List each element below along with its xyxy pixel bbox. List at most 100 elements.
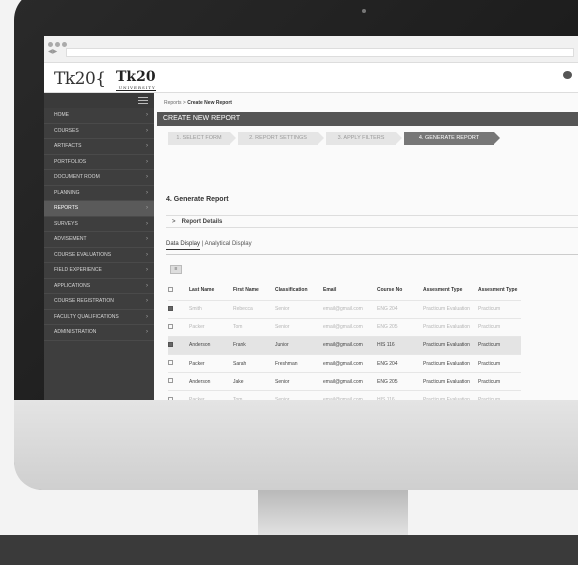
checkbox-icon <box>168 323 173 329</box>
chevron-right-icon: › <box>146 220 148 227</box>
address-bar[interactable] <box>66 48 574 57</box>
step-generate-report[interactable]: 4. GENERATE REPORT <box>404 132 500 145</box>
cell-course-no: ENG 205 <box>377 317 423 337</box>
tab-analytical-display[interactable]: Analytical Display <box>205 241 252 247</box>
chevron-right-icon: › <box>146 329 148 335</box>
monitor-chin <box>14 400 578 490</box>
cell-email: email@gmail.com <box>323 317 377 337</box>
sidebar-item-planning[interactable]: PLANNING › <box>44 186 154 201</box>
col-classification[interactable]: Classification <box>275 281 323 300</box>
sidebar-item-label: ARTIFACTS <box>54 143 82 149</box>
cell-course-no: HIS 116 <box>377 335 423 355</box>
breadcrumb-reports[interactable]: Reports <box>164 100 182 106</box>
cell-last-name: Packer <box>189 354 233 373</box>
sidebar-item-advisement[interactable]: ADVISEMENT › <box>44 232 154 248</box>
cell-first-name: Frank <box>233 335 275 355</box>
row-checkbox[interactable] <box>168 354 189 373</box>
sidebar-item-home[interactable]: HOME › <box>44 108 154 124</box>
cell-assessment-type-2: Practicum <box>478 354 522 373</box>
row-checkbox[interactable] <box>168 390 189 400</box>
breadcrumb-current: Create New Report <box>187 100 232 106</box>
cell-first-name: Jake <box>233 372 275 391</box>
checkbox-icon <box>168 286 173 292</box>
browser-chrome: ◀▶ <box>44 36 578 63</box>
cell-first-name: Tom <box>233 390 275 400</box>
chevron-right-icon: › <box>146 112 148 118</box>
col-assessment-type[interactable]: Assesment Type <box>423 281 478 300</box>
step-report-settings[interactable]: 2. REPORT SETTINGS <box>238 132 324 145</box>
step-apply-filters[interactable]: 3. APPLY FILTERS <box>326 132 402 145</box>
cell-classification: Senior <box>275 317 323 337</box>
column-toggle-button[interactable]: ≡ <box>170 265 182 274</box>
chevron-right-icon: › <box>146 143 148 149</box>
sidebar-item-label: REPORTS <box>54 205 79 211</box>
app-header: Tk20{ Tk20 UNIVERSITY <box>44 63 578 93</box>
tab-data-display[interactable]: Data Display <box>166 241 201 250</box>
select-all-checkbox-header[interactable] <box>168 281 189 300</box>
sidebar-item-course-evaluations[interactable]: COURSE EVALUATIONS › <box>44 248 154 263</box>
sidebar-item-artifacts[interactable]: ARTIFACTS › <box>44 139 154 155</box>
back-forward-icon[interactable]: ◀▶ <box>48 48 57 55</box>
sidebar-item-label: APPLICATIONS <box>54 282 91 289</box>
sidebar-item-courses[interactable]: COURSES › <box>44 124 154 139</box>
table-row[interactable]: PackerTomSenioremail@gmail.comHIS 116Pra… <box>168 390 522 400</box>
cell-first-name: Sarah <box>233 354 275 373</box>
cell-assessment-type-2: Practicum <box>478 317 522 337</box>
table-row[interactable]: Packer Sarah Freshman email@gmail.com ENG 20… <box>168 354 522 373</box>
window-minimize-dot[interactable] <box>55 42 60 47</box>
row-checkbox[interactable] <box>168 372 189 391</box>
main-content: Reports > Create New Report CREATE NEW R… <box>154 93 578 400</box>
col-last-name[interactable]: Last Name <box>189 281 233 300</box>
window-close-dot[interactable] <box>48 42 53 47</box>
table-row[interactable]: Anderson Jake Senior email@gmail.com ENG 205… <box>168 372 522 391</box>
col-course-no[interactable]: Course No <box>377 281 423 300</box>
chat-icon[interactable] <box>563 71 572 79</box>
cell-course-no: HIS 116 <box>377 390 423 400</box>
report-details-toggle[interactable]: > Report Details <box>166 215 578 228</box>
sidebar-item-applications[interactable]: APPLICATIONS › <box>44 279 154 294</box>
sidebar-item-field-experience[interactable]: FIELD EXPERIENCE › <box>44 263 154 279</box>
cell-last-name: Smith <box>189 299 233 319</box>
checkbox-icon <box>168 396 173 400</box>
tab-separator: | <box>201 241 204 247</box>
sidebar-item-label: COURSES <box>54 127 79 134</box>
sidebar-item-course-registration[interactable]: COURSE REGISTRATION › <box>44 294 154 310</box>
cell-assessment-type: Practicum Evaluation <box>423 372 478 391</box>
cell-first-name: Tom <box>233 317 275 337</box>
table-row[interactable]: Anderson Frank Junior email@gmail.com HIS 11… <box>168 335 522 355</box>
row-checkbox[interactable] <box>168 317 189 337</box>
col-assessment-type-2[interactable]: Assesment Type <box>478 281 521 300</box>
menu-toggle[interactable] <box>44 93 154 108</box>
step-select-form[interactable]: 1. SELECT FORM <box>168 132 236 145</box>
page-title: CREATE NEW REPORT <box>157 112 578 126</box>
sidebar-item-administration[interactable]: ADMINISTRATION › <box>44 325 154 341</box>
sidebar-item-faculty-qualifications[interactable]: FACULTY QUALIFICATIONS › <box>44 310 154 325</box>
checkbox-icon <box>168 341 173 347</box>
sidebar-item-document-room[interactable]: DOCUMENT ROOM › <box>44 170 154 186</box>
cell-email: email@gmail.com <box>323 299 377 319</box>
window-zoom-dot[interactable] <box>62 42 67 47</box>
sidebar: HOME › COURSES › ARTIFACTS › PORTFOLIOS › DOCUME… <box>44 93 154 400</box>
col-email[interactable]: Email <box>323 281 377 300</box>
table-row[interactable]: Packer Tom Senior email@gmail.com ENG 205 Pra… <box>168 317 522 337</box>
chevron-right-icon: › <box>146 236 148 242</box>
sidebar-item-label: FIELD EXPERIENCE <box>54 267 102 273</box>
cell-assessment-type: Practicum Evaluation <box>423 299 478 319</box>
cell-course-no: ENG 205 <box>377 372 423 391</box>
sidebar-item-surveys[interactable]: SURVEYS › <box>44 217 154 232</box>
tk20-logo[interactable]: Tk20{ <box>54 69 106 89</box>
row-checkbox[interactable] <box>168 299 189 319</box>
sidebar-item-label: PLANNING <box>54 189 80 196</box>
cell-classification: Senior <box>275 299 323 319</box>
col-first-name[interactable]: First Name <box>233 281 275 300</box>
row-checkbox[interactable] <box>168 335 189 355</box>
table-row[interactable]: Smith Rebecca Senior email@gmail.com ENG 204… <box>168 299 522 319</box>
sidebar-item-reports[interactable]: REPORTS › <box>44 201 154 217</box>
sidebar-item-portfolios[interactable]: PORTFOLIOS › <box>44 155 154 170</box>
table-header-row: Last Name First Name Classification Emai… <box>168 281 521 300</box>
breadcrumb: Reports > Create New Report <box>154 93 578 112</box>
sidebar-item-label: HOME <box>54 112 69 118</box>
checkbox-icon <box>168 378 173 384</box>
report-table: Last Name First Name Classification Emai… <box>168 281 522 400</box>
sidebar-item-label: COURSE EVALUATIONS <box>54 251 112 258</box>
